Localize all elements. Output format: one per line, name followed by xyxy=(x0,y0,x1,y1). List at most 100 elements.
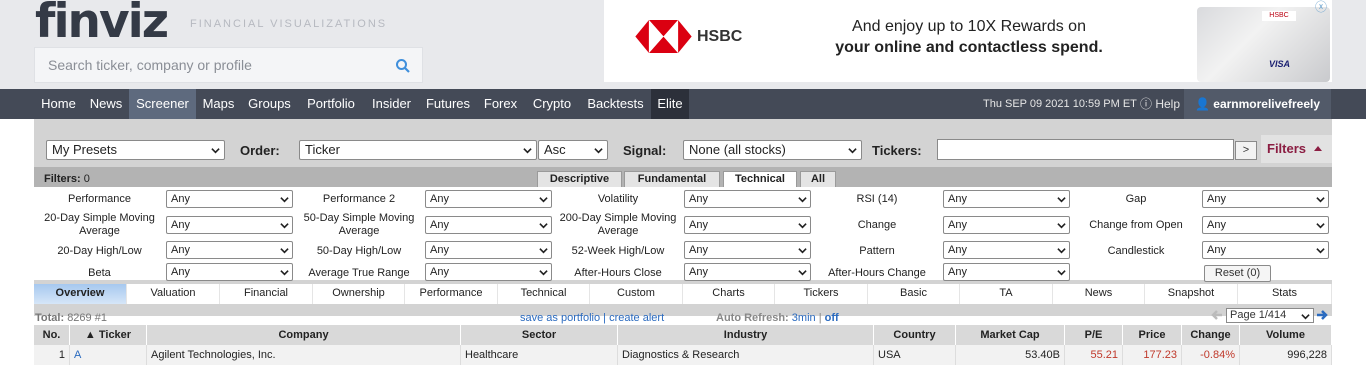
filter-select-high-low-52w[interactable]: Any xyxy=(684,241,811,259)
search-box[interactable]: Search ticker, company or profile xyxy=(34,47,423,83)
auto-refresh-3min[interactable]: 3min xyxy=(792,312,816,324)
finviz-logo[interactable]: finviz xyxy=(35,0,169,49)
direction-select[interactable]: Asc xyxy=(538,140,608,160)
cell-no: 1 xyxy=(34,345,70,365)
user-menu[interactable]: 👤 earnmorelivefreely xyxy=(1184,89,1331,119)
col-header-ticker[interactable]: ▲ Ticker xyxy=(70,325,147,345)
filter-select-rsi[interactable]: Any xyxy=(943,190,1070,208)
filter-label-high-low-52w: 52-Week High/Low xyxy=(571,244,665,257)
tab-technical[interactable]: Technical xyxy=(723,171,797,187)
filter-select-candlestick[interactable]: Any xyxy=(1202,241,1329,259)
tab-all[interactable]: All xyxy=(800,171,836,187)
nav-screener[interactable]: Screener xyxy=(129,89,196,119)
view-tab-tickers[interactable]: Tickers xyxy=(775,284,868,304)
cell-volume[interactable]: 996,228 xyxy=(1240,345,1332,365)
view-tab-charts[interactable]: Charts xyxy=(683,284,775,304)
cell-company[interactable]: Agilent Technologies, Inc. xyxy=(147,345,461,365)
nav-crypto[interactable]: Crypto xyxy=(524,89,580,119)
col-header-volume[interactable]: Volume xyxy=(1240,325,1332,345)
cell-market-cap[interactable]: 53.40B xyxy=(956,345,1065,365)
col-header-sector[interactable]: Sector xyxy=(461,325,618,345)
view-tab-technical[interactable]: Technical xyxy=(498,284,590,304)
ad-close-icon[interactable]: ⓧ xyxy=(1315,0,1327,15)
nav-futures[interactable]: Futures xyxy=(419,89,477,119)
nav-elite[interactable]: Elite xyxy=(651,89,689,119)
search-input[interactable]: Search ticker, company or profile xyxy=(48,57,252,73)
col-header-market-cap[interactable]: Market Cap xyxy=(956,325,1065,345)
filter-select-gap[interactable]: Any xyxy=(1202,190,1329,208)
next-page-arrow-icon[interactable] xyxy=(1316,309,1328,321)
nav-forex[interactable]: Forex xyxy=(477,89,524,119)
col-header-industry[interactable]: Industry xyxy=(618,325,874,345)
col-header-company[interactable]: Company xyxy=(147,325,461,345)
filter-select-performance-2[interactable]: Any xyxy=(425,190,552,208)
nav-backtests[interactable]: Backtests xyxy=(580,89,651,119)
prev-page-arrow-icon[interactable] xyxy=(1211,309,1223,321)
cell-change[interactable]: -0.84% xyxy=(1182,345,1240,365)
filter-select-sma50[interactable]: Any xyxy=(425,216,552,234)
filter-select-high-low-20[interactable]: Any xyxy=(166,241,293,259)
nav-portfolio[interactable]: Portfolio xyxy=(298,89,364,119)
reset-filters-button[interactable]: Reset (0) xyxy=(1204,265,1271,282)
create-alert-link[interactable]: create alert xyxy=(609,312,664,324)
cell-price[interactable]: 177.23 xyxy=(1123,345,1182,365)
filter-select-high-low-50[interactable]: Any xyxy=(425,241,552,259)
view-tab-news[interactable]: News xyxy=(1053,284,1145,304)
chevron-down-icon xyxy=(848,148,857,154)
page-select[interactable]: Page 1/414 xyxy=(1226,308,1314,323)
cell-ticker[interactable]: A xyxy=(70,345,147,365)
view-tab-performance[interactable]: Performance xyxy=(405,284,498,304)
filters-toggle-button[interactable]: Filters xyxy=(1261,135,1332,163)
nav-news[interactable]: News xyxy=(83,89,129,119)
col-header-price[interactable]: Price xyxy=(1123,325,1182,345)
tickers-go-button[interactable]: > xyxy=(1235,141,1257,160)
tab-descriptive[interactable]: Descriptive xyxy=(537,171,622,187)
filter-select-change[interactable]: Any xyxy=(943,216,1070,234)
col-header-pe[interactable]: P/E xyxy=(1065,325,1123,345)
col-header-change[interactable]: Change xyxy=(1182,325,1240,345)
cell-industry[interactable]: Diagnostics & Research xyxy=(618,345,874,365)
view-tab-financial[interactable]: Financial xyxy=(220,284,313,304)
filter-select-atr[interactable]: Any xyxy=(425,263,552,281)
filter-select-pattern[interactable]: Any xyxy=(943,241,1070,259)
filter-select-sma20[interactable]: Any xyxy=(166,216,293,234)
nav-groups[interactable]: Groups xyxy=(241,89,298,119)
filter-select-volatility[interactable]: Any xyxy=(684,190,811,208)
tab-fundamental[interactable]: Fundamental xyxy=(624,171,720,187)
nav-home[interactable]: Home xyxy=(34,89,83,119)
signal-select[interactable]: None (all stocks) xyxy=(683,140,862,160)
col-header-country[interactable]: Country xyxy=(874,325,956,345)
order-select[interactable]: Ticker xyxy=(299,140,537,160)
tickers-input[interactable] xyxy=(937,139,1234,160)
cell-pe[interactable]: 55.21 xyxy=(1065,345,1123,365)
cell-country[interactable]: USA xyxy=(874,345,956,365)
auto-refresh-off[interactable]: off xyxy=(825,312,839,324)
nav-insider[interactable]: Insider xyxy=(364,89,419,119)
search-icon[interactable] xyxy=(395,58,411,74)
filter-select-after-hours-close[interactable]: Any xyxy=(684,263,811,281)
filter-select-beta[interactable]: Any xyxy=(166,263,293,281)
filter-value: Any xyxy=(1207,244,1226,256)
cell-sector[interactable]: Healthcare xyxy=(461,345,618,365)
view-tab-ta[interactable]: TA xyxy=(960,284,1053,304)
hsbc-logo-icon xyxy=(635,20,692,53)
col-header-no[interactable]: No. xyxy=(34,325,70,345)
view-tab-snapshot[interactable]: Snapshot xyxy=(1145,284,1238,304)
presets-select[interactable]: My Presets xyxy=(46,140,225,160)
save-as-portfolio-link[interactable]: save as portfolio xyxy=(520,312,600,324)
help-link[interactable]: ⓘ Help xyxy=(1140,89,1180,119)
view-tab-custom[interactable]: Custom xyxy=(590,284,683,304)
filter-select-performance[interactable]: Any xyxy=(166,190,293,208)
filter-select-change-from-open[interactable]: Any xyxy=(1202,216,1329,234)
advertisement-banner[interactable]: HSBC And enjoy up to 10X Rewards on your… xyxy=(604,0,1332,82)
filter-value: Any xyxy=(1207,219,1226,231)
view-tab-ownership[interactable]: Ownership xyxy=(313,284,405,304)
view-tab-basic[interactable]: Basic xyxy=(868,284,960,304)
filter-select-sma200[interactable]: Any xyxy=(684,216,811,234)
view-tab-overview[interactable]: Overview xyxy=(34,284,127,304)
filter-label-after-hours-close: After-Hours Close xyxy=(574,266,662,279)
nav-maps[interactable]: Maps xyxy=(196,89,241,119)
view-tab-stats[interactable]: Stats xyxy=(1238,284,1332,304)
filter-select-after-hours-change[interactable]: Any xyxy=(943,263,1070,281)
view-tab-valuation[interactable]: Valuation xyxy=(127,284,220,304)
